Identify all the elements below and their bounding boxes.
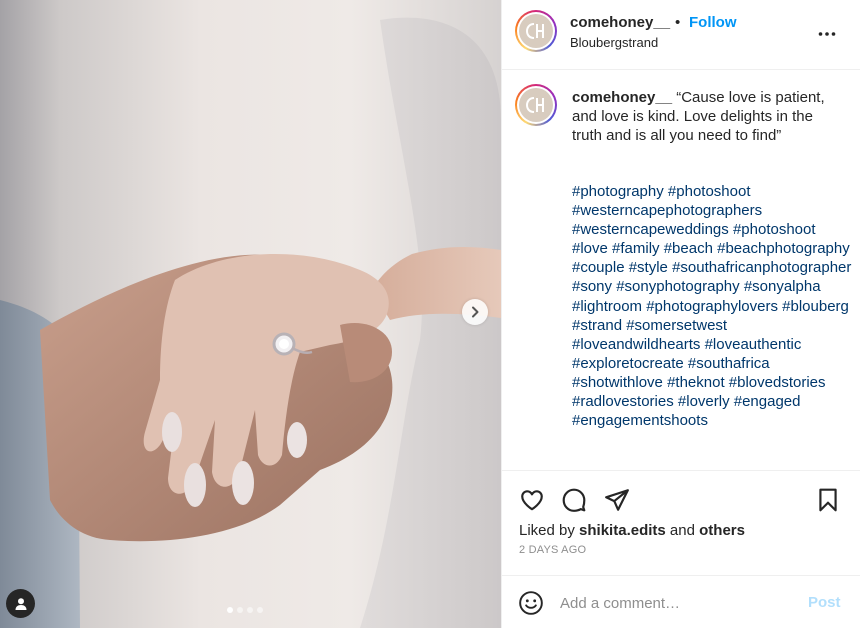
avatar[interactable] [515,10,557,52]
hashtag-link[interactable]: #westerncapeweddings [572,221,729,238]
hashtag-link[interactable]: #loverly [678,393,730,410]
hashtag-link[interactable]: #beach [664,240,713,257]
comment-icon [562,488,586,512]
hashtag-link[interactable]: #radlovestories [572,393,674,410]
post-comment-button[interactable]: Post [808,594,841,611]
post-location[interactable]: Bloubergstrand [570,35,658,50]
post-side-panel: comehoney__ • Follow Bloubergstrand come… [501,0,860,628]
post-header: comehoney__ • Follow Bloubergstrand [502,0,860,70]
hashtag-link[interactable]: #photography [572,183,664,200]
tagged-users-button[interactable] [6,589,35,618]
brand-monogram-icon [525,23,544,39]
hashtag-link[interactable]: #strand [572,317,622,334]
hashtag-link[interactable]: #sony [572,278,612,295]
like-button[interactable] [519,487,545,513]
hashtag-link[interactable]: #style [629,259,668,276]
hashtag-link[interactable]: #somersetwest [626,317,727,334]
heart-icon [521,490,543,511]
bookmark-icon [819,488,837,512]
comment-bar: Post [502,575,860,628]
more-horizontal-icon [818,32,836,36]
caption-section: comehoney__ “Cause love is patient, and … [502,71,860,469]
hashtag-link[interactable]: #photoshoot [733,221,816,238]
brand-monogram-icon [525,97,544,113]
post-photo[interactable] [0,0,501,628]
emoji-icon [519,591,543,615]
hashtag-link[interactable]: #shotwithlove [572,374,663,391]
carousel-indicator [227,607,263,613]
separator-bullet: • [675,14,681,31]
carousel-dot [237,607,243,613]
hashtag-link[interactable]: #loveandwildhearts [572,336,700,353]
caption-username[interactable]: comehoney__ [572,89,672,106]
hashtag-link[interactable]: #couple [572,259,625,276]
post-actions: Liked by shikita.edits and others 2 DAYS… [502,470,860,574]
likes-joiner: and [669,522,695,539]
caption-text: comehoney__ “Cause love is patient, and … [572,88,842,145]
share-button[interactable] [604,487,630,513]
hashtag-link[interactable]: #beachphotography [717,240,850,257]
liked-by-user[interactable]: shikita.edits [579,522,666,539]
post-username[interactable]: comehoney__ [570,14,670,31]
hashtag-link[interactable]: #loveauthentic [705,336,802,353]
carousel-dot [247,607,253,613]
hashtag-link[interactable]: #southafricanphotographer [672,259,851,276]
hashtag-link[interactable]: #westerncapephotographers [572,202,762,219]
follow-button[interactable]: Follow [689,14,737,31]
carousel-dot [257,607,263,613]
hashtag-link[interactable]: #theknot [667,374,725,391]
photo-hands-ring [0,0,501,628]
hashtag-link[interactable]: #family [612,240,660,257]
comment-button[interactable] [561,487,587,513]
hashtag-link[interactable]: #love [572,240,608,257]
hashtag-list: #photography #photoshoot #westerncapepho… [572,182,852,430]
hashtag-link[interactable]: #blouberg [782,298,849,315]
comment-input[interactable] [560,592,790,614]
likes-prefix: Liked by [519,522,575,539]
avatar[interactable] [515,84,557,126]
more-options-button[interactable] [817,24,837,44]
emoji-button[interactable] [518,590,544,616]
share-icon [605,489,629,511]
hashtag-link[interactable]: #lightroom [572,298,642,315]
hashtag-link[interactable]: #engagementshoots [572,412,708,429]
hashtag-link[interactable]: #sonyalpha [744,278,821,295]
hashtag-link[interactable]: #blovedstories [729,374,826,391]
user-tag-icon [15,597,26,610]
hashtag-link[interactable]: #southafrica [688,355,770,372]
post-date[interactable]: 2 DAYS AGO [519,544,586,556]
carousel-next-button[interactable] [462,299,488,325]
chevron-right-icon [472,306,479,318]
hashtag-link[interactable]: #sonyphotography [616,278,739,295]
likes-others-link[interactable]: others [699,522,745,539]
save-button[interactable] [815,487,841,513]
hashtag-link[interactable]: #engaged [734,393,801,410]
carousel-dot [227,607,233,613]
hashtag-link[interactable]: #photographylovers [646,298,778,315]
likes-summary: Liked by shikita.edits and others [519,522,745,539]
hashtag-link[interactable]: #exploretocreate [572,355,684,372]
hashtag-link[interactable]: #photoshoot [668,183,751,200]
